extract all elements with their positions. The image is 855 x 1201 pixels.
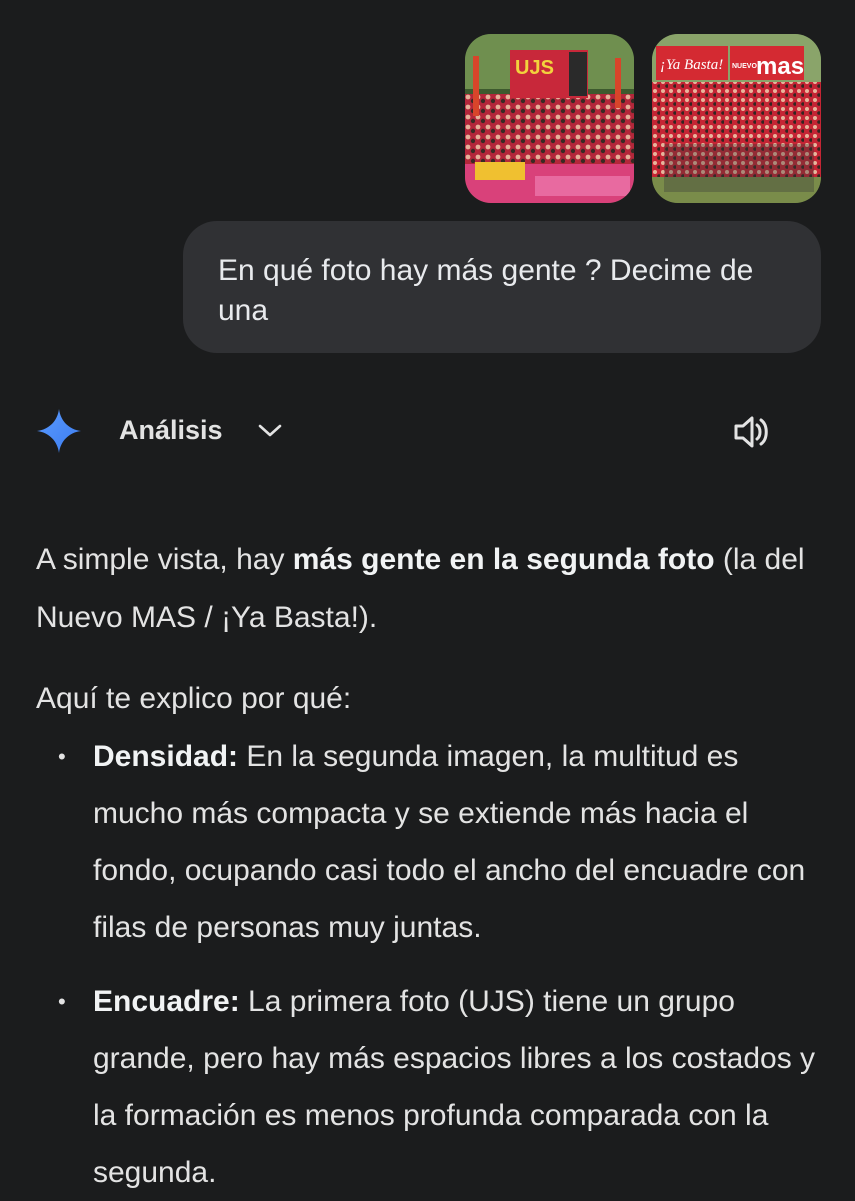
response-header: Análisis: [36, 403, 819, 459]
photo-1-image: UJS: [465, 34, 634, 203]
photo-2-banner-3: mas: [756, 53, 804, 80]
bullet-icon: •: [58, 989, 66, 1014]
response-intro: A simple vista, hay más gente en la segu…: [36, 531, 819, 647]
intro-bold: más gente en la segunda foto: [292, 543, 715, 576]
speaker-icon[interactable]: [732, 412, 772, 452]
mode-label: Análisis: [119, 415, 223, 445]
list-item: • Encuadre: La primera foto (UJS) tiene …: [36, 973, 835, 1201]
photo-1-banner: UJS: [515, 57, 554, 79]
photo-2-banner-2: NUEVO: [732, 63, 757, 70]
gemini-sparkle-icon: [37, 409, 81, 453]
mode-selector[interactable]: Análisis: [119, 415, 283, 446]
response-points-list: • Densidad: En la segunda imagen, la mul…: [36, 728, 835, 1201]
photo-2-image: ¡Ya Basta! NUEVO mas: [652, 34, 821, 203]
chevron-down-icon: [258, 424, 281, 436]
attached-photo-2[interactable]: ¡Ya Basta! NUEVO mas: [652, 34, 821, 203]
point-title: Encuadre:: [93, 985, 240, 1018]
attached-photo-1[interactable]: UJS: [465, 34, 634, 203]
response-explain: Aquí te explico por qué:: [36, 679, 819, 719]
intro-plain: A simple vista, hay: [36, 543, 293, 576]
explain-text: Aquí te explico por qué:: [36, 682, 352, 715]
user-message-text: En qué foto hay más gente ? Decime de un…: [218, 254, 754, 327]
list-item: • Densidad: En la segunda imagen, la mul…: [36, 728, 835, 956]
user-message-bubble: En qué foto hay más gente ? Decime de un…: [183, 221, 821, 353]
attached-photos: UJS ¡Ya Basta! NUEVO mas: [465, 34, 821, 203]
photo-2-banner-1: ¡Ya Basta!: [660, 57, 723, 73]
point-title: Densidad:: [93, 740, 239, 773]
bullet-icon: •: [58, 744, 66, 769]
